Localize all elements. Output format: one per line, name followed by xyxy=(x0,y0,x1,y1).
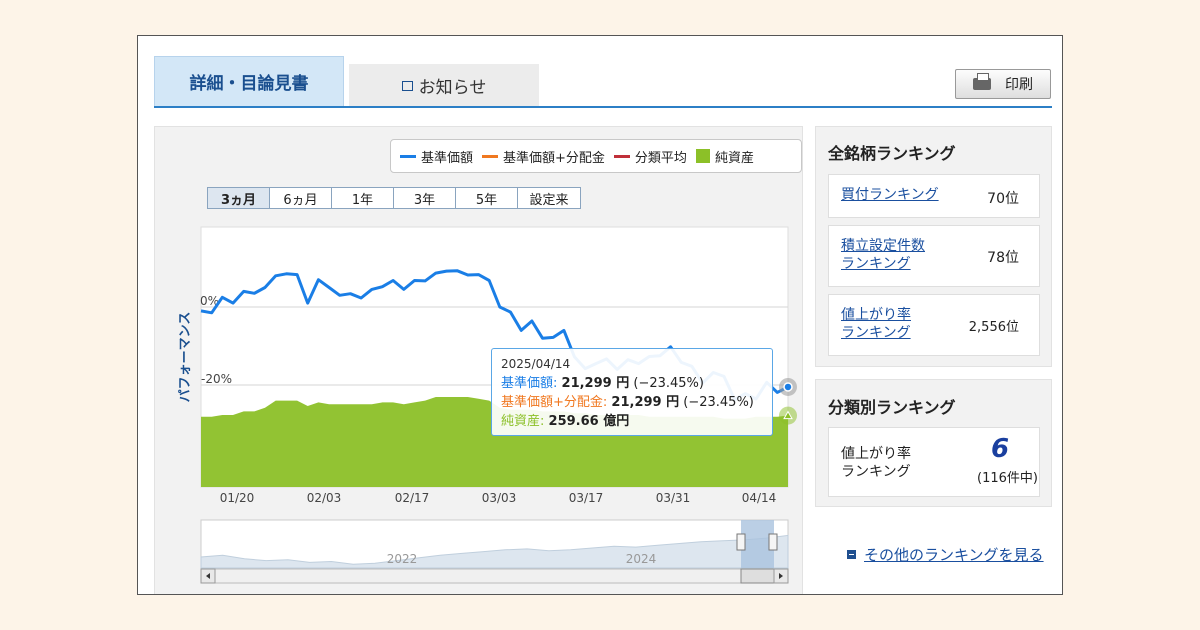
x-tick-label: 04/14 xyxy=(742,491,777,505)
ranking-item-purchase: 買付ランキング 70位 xyxy=(828,174,1040,218)
legend-swatch xyxy=(695,149,710,163)
x-tick-label: 03/03 xyxy=(482,491,517,505)
navigator-year-label: 2022 xyxy=(387,552,418,566)
period-button-3[interactable]: 3年 xyxy=(394,188,456,208)
print-button[interactable]: 印刷 xyxy=(955,69,1051,99)
tooltip-nav-value: 21,299 円 xyxy=(561,376,630,391)
ranking-category-label: 値上がり率 ランキング xyxy=(841,446,911,480)
more-rankings-label: その他のランキングを見る xyxy=(864,546,1044,564)
ranking-category-box: 値上がり率 ランキング 6 (116件中) xyxy=(828,427,1040,497)
scroll-thumb[interactable] xyxy=(740,568,775,584)
legend-item-0[interactable]: 基準価額 xyxy=(400,147,473,166)
tab-news[interactable]: お知らせ xyxy=(349,64,539,106)
ranking-gain-link[interactable]: 値上がり率 ランキング xyxy=(841,306,911,342)
tooltip-nav-label: 基準価額: xyxy=(501,376,558,391)
legend-swatch xyxy=(482,154,499,158)
tooltip-navdiv: 基準価額+分配金: 21,299 円 (−23.45%) xyxy=(501,393,763,412)
tooltip-navdiv-change: (−23.45%) xyxy=(683,395,754,410)
ranking-item-gain: 値上がり率 ランキング 2,556位 xyxy=(828,294,1040,356)
period-button-4[interactable]: 5年 xyxy=(456,188,518,208)
tab-detail[interactable]: 詳細・目論見書 xyxy=(154,56,344,106)
ranking-gain-value: 2,556位 xyxy=(968,320,1019,335)
legend-item-2[interactable]: 分類平均 xyxy=(613,147,687,166)
ranking-purchase-link[interactable]: 買付ランキング xyxy=(841,186,939,204)
legend-label: 基準価額+分配金 xyxy=(503,150,605,166)
x-tick-label: 03/31 xyxy=(656,491,691,505)
external-window-icon xyxy=(401,81,413,91)
ranking-installment-link[interactable]: 積立設定件数 ランキング xyxy=(841,237,925,273)
x-tick-label: 02/17 xyxy=(395,491,430,505)
print-label: 印刷 xyxy=(1005,77,1033,93)
ranking-purchase-value: 70位 xyxy=(987,191,1019,207)
bullet-icon xyxy=(847,550,856,559)
ranking-category-title: 分類別ランキング xyxy=(828,398,956,417)
tab-divider xyxy=(154,106,1052,108)
period-button-0[interactable]: 3ヵ月 xyxy=(208,188,270,208)
scrollbar-track xyxy=(200,568,789,584)
ranking-category-rank: 6 xyxy=(991,434,1010,464)
printer-icon xyxy=(973,73,991,90)
nav-marker xyxy=(783,382,793,392)
y-axis-label: パフォーマンス xyxy=(178,312,193,403)
period-selector: 3ヵ月 6ヵ月 1年 3年 5年 設定来 xyxy=(207,187,581,209)
legend-swatch xyxy=(613,154,630,158)
x-tick-label: 01/20 xyxy=(220,491,255,505)
legend-item-3[interactable]: 純資産 xyxy=(695,147,754,166)
period-button-1[interactable]: 6ヵ月 xyxy=(270,188,332,208)
tab-news-label: お知らせ xyxy=(418,77,487,98)
chart-tooltip: 2025/04/14 基準価額: 21,299 円 (−23.45%) 基準価額… xyxy=(491,348,773,436)
tooltip-assets-value: 259.66 億円 xyxy=(548,414,630,429)
chart-legend: 基準価額 基準価額+分配金 分類平均 純資産 xyxy=(390,139,802,173)
tooltip-navdiv-value: 21,299 円 xyxy=(611,395,680,410)
navigator-year-label: 2024 xyxy=(626,552,657,566)
ranking-category-total: (116件中) xyxy=(977,471,1038,486)
period-button-5[interactable]: 設定来 xyxy=(518,188,580,208)
legend-item-1[interactable]: 基準価額+分配金 xyxy=(482,147,605,166)
tooltip-nav: 基準価額: 21,299 円 (−23.45%) xyxy=(501,374,763,393)
y-tick-label: -20% xyxy=(201,372,232,386)
x-tick-label: 02/03 xyxy=(307,491,342,505)
tooltip-assets-label: 純資産: xyxy=(501,414,545,429)
tooltip-date: 2025/04/14 xyxy=(501,357,571,371)
chart-panel: 0% -20% パフォーマンス 01/20 02/03 02/17 03/03 03/17 03… xyxy=(154,126,803,594)
legend-label: 純資産 xyxy=(714,150,754,166)
tab-detail-label: 詳細・目論見書 xyxy=(189,74,309,94)
more-rankings-link[interactable]: その他のランキングを見る xyxy=(847,544,1044,565)
tooltip-assets: 純資産: 259.66 億円 xyxy=(501,412,763,431)
period-button-2[interactable]: 1年 xyxy=(332,188,394,208)
ranking-all-title: 全銘柄ランキング xyxy=(828,144,956,163)
legend-swatch xyxy=(400,154,416,158)
x-tick-label: 03/17 xyxy=(569,491,604,505)
legend-label: 基準価額 xyxy=(421,150,474,166)
navigator-handle-left[interactable] xyxy=(736,533,746,551)
navigator-handle-right[interactable] xyxy=(768,533,778,551)
ranking-item-installment: 積立設定件数 ランキング 78位 xyxy=(828,225,1040,287)
ranking-category-panel: 分類別ランキング 値上がり率 ランキング 6 (116件中) xyxy=(815,379,1052,507)
tooltip-navdiv-label: 基準価額+分配金: xyxy=(501,395,608,410)
fund-detail-frame: 詳細・目論見書 お知らせ 印刷 0% -20% パフォーマンス 01/20 02/03 0… xyxy=(137,35,1063,595)
legend-label: 分類平均 xyxy=(634,150,687,166)
tooltip-nav-change: (−23.45%) xyxy=(633,376,704,391)
ranking-installment-value: 78位 xyxy=(987,250,1019,266)
ranking-all-panel: 全銘柄ランキング 買付ランキング 70位 積立設定件数 ランキング 78位 値上が… xyxy=(815,126,1052,367)
